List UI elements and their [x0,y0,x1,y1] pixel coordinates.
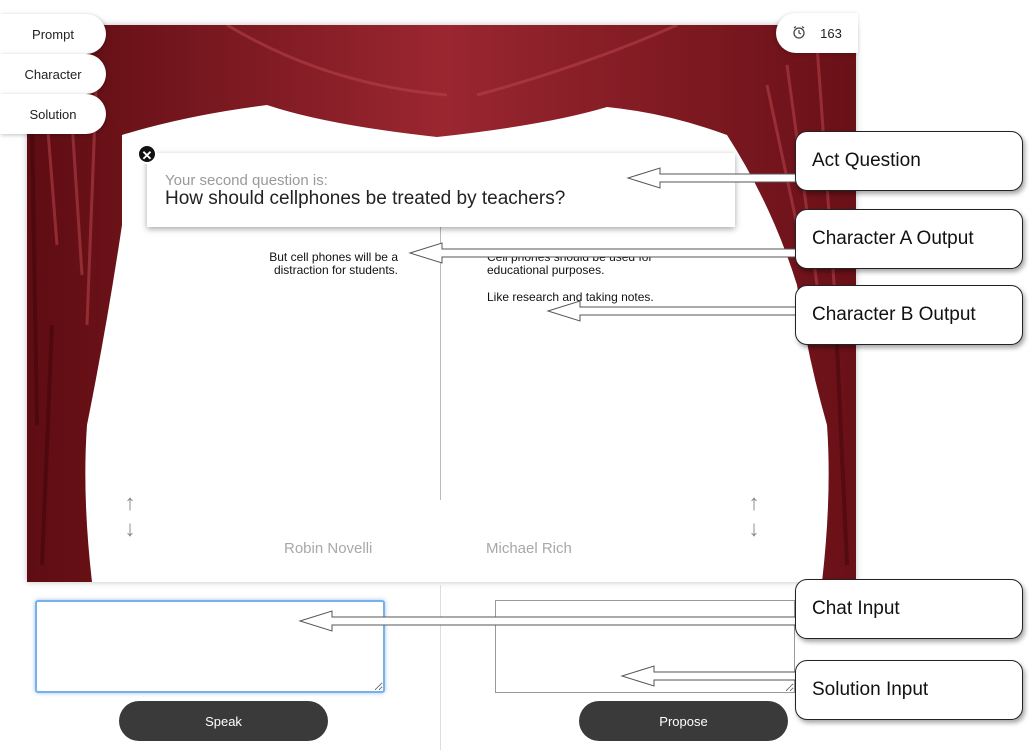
arrow-down-icon[interactable]: ↓ [123,516,137,542]
character-b-name: Michael Rich [486,540,572,557]
close-icon[interactable]: ✕ [137,144,157,164]
scroll-arrows-b[interactable]: ↑ ↓ [747,490,761,542]
character-a-message: But cell phones will be a distraction fo… [269,250,398,277]
tab-prompt[interactable]: Prompt [0,14,106,54]
timer-value: 163 [820,25,842,41]
theater-stage [27,25,856,582]
callout-solution-input: Solution Input [795,660,1023,720]
question-intro: Your second question is: [165,172,328,189]
propose-button[interactable]: Propose [579,701,788,741]
callout-chat-input: Chat Input [795,579,1023,639]
callout-act-question: Act Question [795,131,1023,191]
arrow-down-icon[interactable]: ↓ [747,516,761,542]
arrow-up-icon[interactable]: ↑ [747,490,761,516]
callout-character-a-output: Character A Output [795,209,1023,269]
alarm-clock-icon [792,25,806,42]
character-b-message: Cell phones should be used for education… [487,250,653,277]
character-b-message: Like research and taking notes. [487,290,654,304]
tab-character[interactable]: Character [0,54,106,94]
speak-button[interactable]: Speak [119,701,328,741]
callout-character-b-output: Character B Output [795,285,1023,345]
timer: 163 [776,13,858,53]
question-text: How should cellphones be treated by teac… [165,188,566,209]
chat-input[interactable] [35,600,385,693]
act-question-panel: Your second question is: How should cell… [147,153,735,227]
tab-solution[interactable]: Solution [0,94,106,134]
stage-divider [440,225,441,500]
solution-input[interactable] [495,600,795,693]
character-a-name: Robin Novelli [284,540,373,557]
curtain-background [27,25,856,582]
arrow-up-icon[interactable]: ↑ [123,490,137,516]
scroll-arrows-a[interactable]: ↑ ↓ [123,490,137,542]
input-divider [440,585,441,750]
